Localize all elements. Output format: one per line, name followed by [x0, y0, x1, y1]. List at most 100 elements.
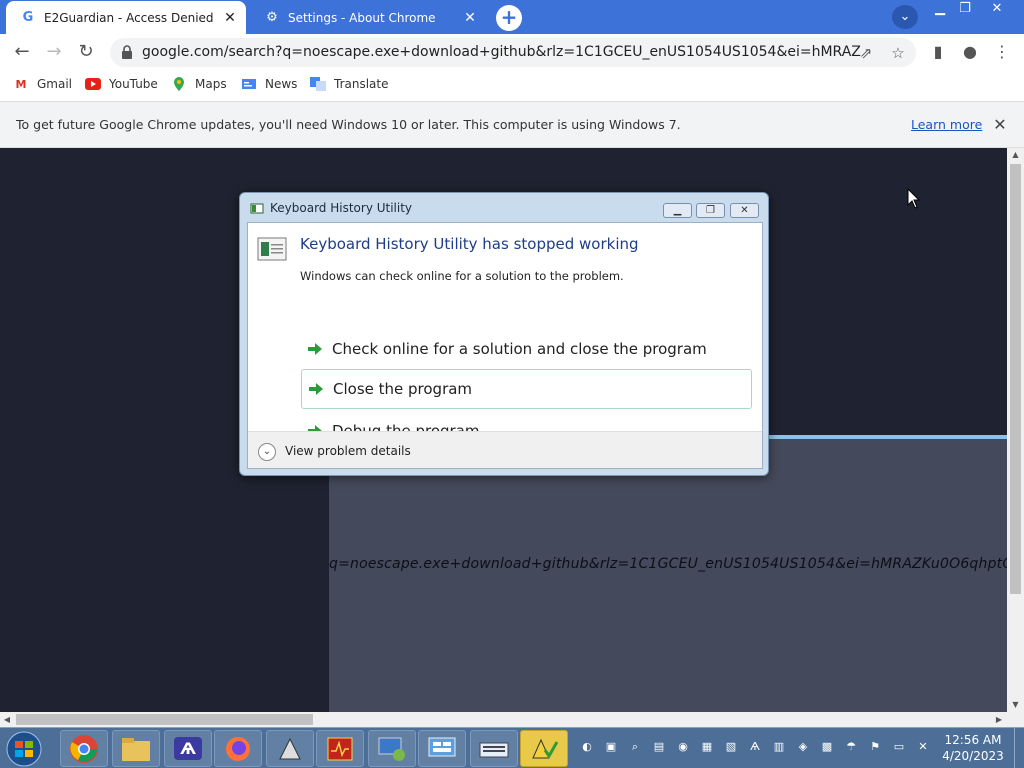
horizontal-scrollbar[interactable]: ◀ ▶	[0, 712, 1007, 727]
scroll-down-icon[interactable]: ▼	[1007, 698, 1024, 712]
clock[interactable]: 12:56 AM 4/20/2023	[936, 732, 1010, 764]
taskbar-app-red[interactable]	[316, 730, 364, 767]
scroll-right-icon[interactable]: ▶	[992, 712, 1006, 727]
profile-icon[interactable]: ●	[960, 42, 980, 62]
tab-search-chevron-icon[interactable]: ⌄	[892, 5, 918, 29]
tray-icon-8[interactable]: Ѧ	[748, 740, 762, 754]
star-icon[interactable]: ☆	[888, 43, 908, 63]
side-panel-icon[interactable]: ▮	[928, 42, 948, 62]
restore-icon[interactable]: ❐	[955, 0, 975, 18]
app-a-icon: Ѧ	[174, 737, 202, 760]
tab-title: Settings - About Chrome	[288, 10, 436, 25]
taskbar-explorer[interactable]	[112, 730, 160, 767]
network-icon[interactable]: ▭	[892, 740, 906, 754]
taskbar-keyboard[interactable]	[470, 730, 518, 767]
tray-icon-4[interactable]: ▤	[652, 740, 666, 754]
taskbar-app-a[interactable]: Ѧ	[164, 730, 212, 767]
bookmark-label: Translate	[334, 77, 389, 91]
tray-icon-7[interactable]: ▧	[724, 740, 738, 754]
expand-chevron-icon[interactable]: ⌄	[258, 443, 276, 461]
crash-dialog: Keyboard History Utility ▁ ❐ ✕ Keyboard …	[239, 192, 769, 476]
mirror-app-icon	[279, 737, 301, 759]
content-panel	[329, 435, 1007, 712]
tray-icon-2[interactable]: ▣	[604, 740, 618, 754]
program-window-icon	[257, 237, 287, 261]
infobar-close-icon[interactable]: ✕	[990, 115, 1010, 135]
scroll-up-icon[interactable]: ▲	[1007, 148, 1024, 162]
tray-icon-11[interactable]: ▩	[820, 740, 834, 754]
dialog-close-icon[interactable]: ✕	[730, 203, 759, 218]
address-url[interactable]: google.com/search?q=noescape.exe+downloa…	[142, 38, 862, 67]
google-g-icon: G	[22, 10, 34, 25]
firefox-icon	[226, 736, 250, 761]
vertical-scroll-thumb[interactable]	[1010, 164, 1021, 594]
learn-more-link[interactable]: Learn more	[911, 102, 982, 148]
tab-e2guardian[interactable]: G E2Guardian - Access Denied ✕	[6, 1, 246, 34]
bookmark-maps[interactable]: Maps	[170, 70, 227, 98]
umbrella-icon[interactable]: ☂	[844, 740, 858, 754]
horizontal-scroll-thumb[interactable]	[16, 714, 313, 725]
control-panel-icon	[428, 737, 456, 756]
taskbar-remote-desktop[interactable]	[368, 730, 416, 767]
remote-desktop-icon	[378, 737, 405, 761]
taskbar-control-panel[interactable]	[418, 730, 466, 767]
view-problem-details-link[interactable]: View problem details	[285, 444, 411, 458]
share-icon[interactable]: ⇗	[856, 43, 876, 63]
flag-icon[interactable]: ⚑	[868, 740, 882, 754]
bookmark-news[interactable]: News	[240, 70, 297, 98]
address-bar[interactable]: google.com/search?q=noescape.exe+downloa…	[110, 38, 916, 67]
clock-date: 4/20/2023	[942, 749, 1004, 763]
dialog-minimize-icon[interactable]: ▁	[663, 203, 692, 218]
bookmark-gmail[interactable]: M Gmail	[12, 70, 73, 98]
taskbar-app-mirror[interactable]	[266, 730, 314, 767]
bookmark-youtube[interactable]: YouTube	[84, 70, 158, 98]
taskbar-keyboard-history[interactable]	[520, 730, 568, 767]
bookmark-label: News	[265, 77, 298, 91]
close-program-option[interactable]: Close the program	[301, 369, 752, 409]
check-online-option[interactable]: Check online for a solution and close th…	[301, 329, 752, 369]
close-icon[interactable]: ✕	[220, 8, 240, 28]
option-label: Close the program	[333, 380, 473, 398]
vertical-scrollbar[interactable]: ▲ ▼	[1007, 148, 1024, 712]
keyboard-history-icon	[532, 738, 559, 759]
update-infobar: To get future Google Chrome updates, you…	[0, 102, 1024, 148]
dialog-restore-icon[interactable]: ❐	[696, 203, 725, 218]
bookmark-translate[interactable]: Translate	[309, 70, 389, 98]
volume-muted-icon[interactable]: ✕	[916, 740, 930, 754]
bookmark-label: Gmail	[37, 77, 73, 91]
bookmarks-bar: M Gmail YouTube Maps News Translate	[0, 70, 1024, 102]
tab-title: E2Guardian - Access Denied	[44, 10, 214, 25]
browser-toolbar: ← → ↻ google.com/search?q=noescape.exe+d…	[0, 34, 1024, 70]
new-tab-button[interactable]: +	[496, 5, 522, 31]
magnifier-icon[interactable]: ⌕	[628, 740, 642, 754]
back-arrow-icon[interactable]: ←	[10, 40, 34, 64]
scroll-left-icon[interactable]: ◀	[0, 712, 14, 727]
tray-icon-5[interactable]: ◉	[676, 740, 690, 754]
youtube-icon	[84, 77, 102, 91]
taskbar-chrome[interactable]	[60, 730, 108, 767]
translate-icon	[309, 77, 327, 91]
dropbox-icon[interactable]: ◈	[796, 740, 810, 754]
tab-settings[interactable]: ⚙ Settings - About Chrome ✕	[250, 1, 486, 34]
minimize-icon[interactable]: ▁	[930, 0, 950, 18]
show-desktop-button[interactable]	[1014, 728, 1024, 768]
taskbar-firefox[interactable]	[214, 730, 262, 767]
scroll-corner	[1007, 712, 1024, 727]
red-app-icon	[327, 737, 353, 760]
tray-icon-6[interactable]: ▦	[700, 740, 714, 754]
windows-start-icon[interactable]	[2, 730, 46, 768]
forward-arrow-icon[interactable]: →	[42, 40, 66, 64]
gear-icon: ⚙	[266, 10, 278, 25]
dialog-footer: ⌄ View problem details	[248, 431, 762, 468]
close-icon[interactable]: ✕	[460, 8, 480, 28]
tray-icon-1[interactable]: ◐	[580, 740, 594, 754]
kebab-menu-icon[interactable]: ⋮	[992, 42, 1012, 62]
news-icon	[240, 77, 258, 91]
app-icon	[250, 203, 264, 214]
dialog-titlebar[interactable]: Keyboard History Utility	[250, 201, 412, 215]
mouse-cursor-icon	[907, 188, 921, 209]
tray-icon-9[interactable]: ▥	[772, 740, 786, 754]
reload-icon[interactable]: ↻	[74, 40, 98, 64]
page-url-text: q=noescape.exe+download+github&rlz=1C1GC…	[329, 556, 1007, 572]
window-close-icon[interactable]: ✕	[982, 0, 1012, 18]
